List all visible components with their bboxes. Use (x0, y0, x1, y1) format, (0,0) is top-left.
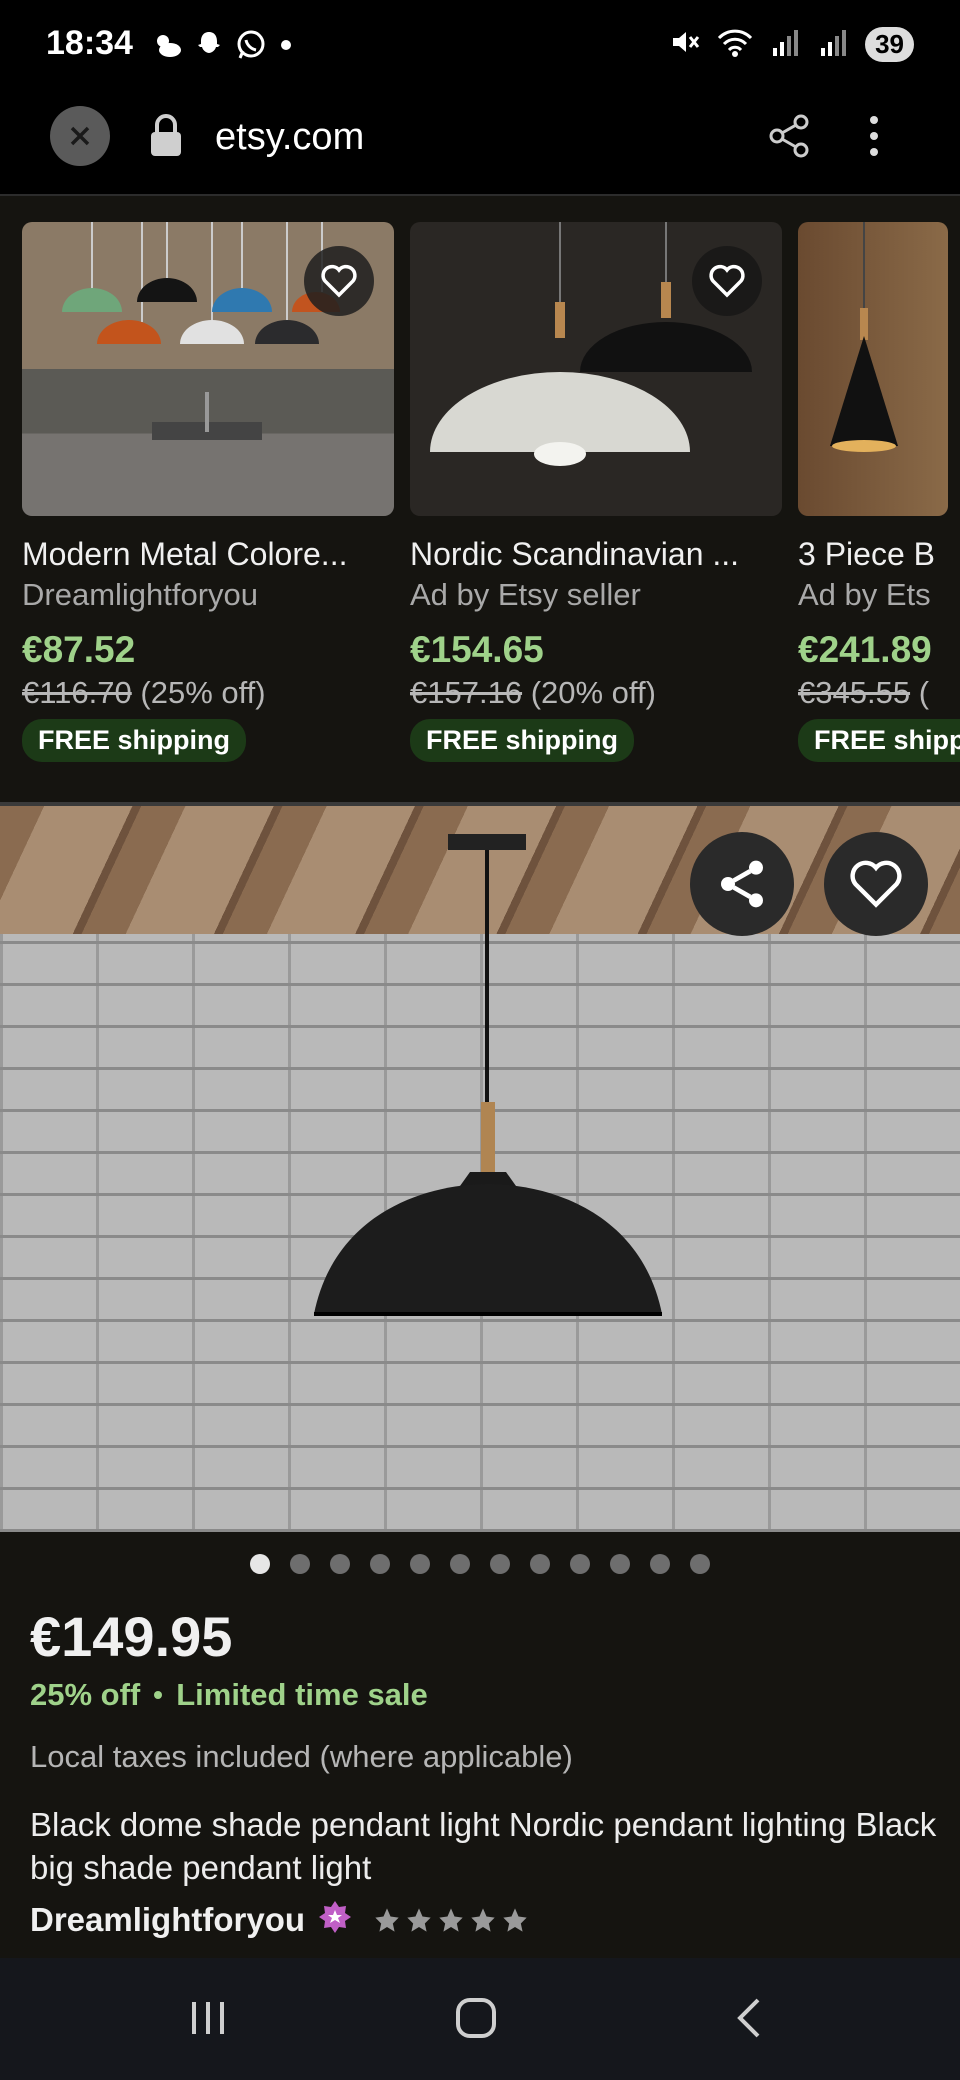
cone-pendant-image (830, 222, 898, 452)
listing-image[interactable] (22, 222, 394, 516)
strikethrough-price: €116.70 (22, 675, 132, 710)
product-price: €149.95 (30, 1605, 233, 1668)
heart-icon (850, 860, 902, 908)
product-info: €149.95 25% off Limited time sale Local … (30, 1604, 940, 1940)
listing-image[interactable] (798, 222, 948, 516)
status-time: 18:34 (46, 24, 133, 62)
pagination-dot[interactable] (290, 1554, 310, 1574)
status-bar: 18:34 39 (0, 0, 960, 90)
pagination-dot[interactable] (530, 1554, 550, 1574)
seller-name[interactable]: Dreamlightforyou (30, 1901, 305, 1939)
discount-label: ( (918, 675, 930, 710)
system-navigation-bar (0, 1958, 960, 2080)
discount-label: 25% off (30, 1677, 141, 1712)
signal-icon (769, 26, 803, 63)
listing-price: €241.89 (798, 629, 932, 670)
heart-icon (709, 264, 745, 298)
listing-shop: Ad by Ets (798, 577, 931, 612)
close-icon (70, 126, 90, 146)
heart-icon (321, 264, 357, 298)
recent-apps-button[interactable] (186, 1996, 230, 2045)
star-icon (471, 1907, 495, 1932)
listing-card[interactable]: Modern Metal Colore... Dreamlightforyou … (22, 222, 394, 762)
pagination-dot[interactable] (370, 1554, 390, 1574)
sale-label: Limited time sale (176, 1677, 428, 1712)
share-listing-button[interactable] (690, 832, 794, 936)
free-shipping-badge: FREE shipping (410, 719, 634, 762)
browser-toolbar: etsy.com (0, 90, 960, 196)
strikethrough-price: €345.55 (798, 675, 911, 710)
back-icon (737, 1998, 760, 2038)
mute-icon (669, 26, 701, 63)
listing-original-price: €116.70 (25% off) (22, 675, 394, 711)
url-text[interactable]: etsy.com (215, 116, 364, 159)
home-icon (456, 1998, 496, 2038)
pagination-dot[interactable] (330, 1554, 350, 1574)
more-options-button[interactable] (866, 112, 882, 165)
pagination-dot[interactable] (250, 1554, 270, 1574)
share-icon (769, 114, 809, 158)
whatsapp-icon (234, 28, 268, 67)
recent-apps-icon (192, 2002, 224, 2034)
favorite-button[interactable] (692, 246, 762, 316)
star-icon (503, 1907, 527, 1932)
listing-title[interactable]: Modern Metal Colore... (22, 536, 394, 573)
listing-shop: Ad by Etsy seller (410, 577, 641, 612)
free-shipping-badge: FREE shipping (22, 719, 246, 762)
discount-label: (20% off) (530, 675, 656, 710)
dot-icon (276, 28, 296, 67)
close-tab-button[interactable] (50, 106, 110, 166)
share-button[interactable] (765, 112, 813, 165)
star-icon (439, 1907, 463, 1932)
share-icon (721, 860, 763, 908)
strikethrough-price: €157.16 (410, 675, 523, 710)
listing-title[interactable]: Nordic Scandinavian ... (410, 536, 782, 573)
back-button[interactable] (728, 1996, 772, 2045)
snapchat-icon (192, 28, 226, 67)
more-vertical-icon (870, 116, 878, 156)
wifi-icon (715, 26, 755, 63)
home-button[interactable] (454, 1996, 498, 2045)
taxes-note: Local taxes included (where applicable) (30, 1739, 573, 1774)
pagination-dot[interactable] (570, 1554, 590, 1574)
battery-indicator: 39 (865, 27, 914, 62)
black-dome-pendant-image (314, 834, 662, 1316)
free-shipping-badge: FREE shipp (798, 719, 960, 762)
star-icon (375, 1907, 399, 1932)
listing-shop: Dreamlightforyou (22, 577, 259, 612)
favorite-listing-button[interactable] (824, 832, 928, 936)
image-pagination[interactable] (0, 1554, 960, 1574)
weather-icon (150, 28, 184, 67)
listing-price: €87.52 (22, 629, 136, 670)
listing-card[interactable]: Nordic Scandinavian ... Ad by Etsy selle… (410, 222, 782, 762)
seller-row[interactable]: Dreamlightforyou (30, 1899, 940, 1940)
rating-stars[interactable] (373, 1906, 529, 1934)
listing-original-price: €345.55 ( (798, 675, 960, 711)
listing-original-price: €157.16 (20% off) (410, 675, 782, 711)
pagination-dot[interactable] (610, 1554, 630, 1574)
favorite-button[interactable] (304, 246, 374, 316)
listing-image[interactable] (410, 222, 782, 516)
product-image-gallery[interactable] (0, 806, 960, 1532)
star-icon (407, 1907, 431, 1932)
pagination-dot[interactable] (490, 1554, 510, 1574)
pagination-dot[interactable] (650, 1554, 670, 1574)
pagination-dot[interactable] (410, 1554, 430, 1574)
recommended-listings[interactable]: Modern Metal Colore... Dreamlightforyou … (0, 196, 960, 806)
lock-icon[interactable] (148, 112, 184, 165)
signal-icon (817, 26, 851, 63)
system-icons: 39 (669, 26, 914, 63)
pagination-dot[interactable] (690, 1554, 710, 1574)
listing-card[interactable]: 3 Piece B Ad by Ets €241.89 €345.55 ( FR… (798, 222, 960, 762)
notification-icons (150, 28, 296, 67)
separator-dot (154, 1691, 163, 1699)
listing-title[interactable]: 3 Piece B (798, 536, 960, 573)
star-seller-badge-icon (317, 1899, 353, 1940)
pagination-dot[interactable] (450, 1554, 470, 1574)
listing-price: €154.65 (410, 629, 544, 670)
discount-label: (25% off) (140, 675, 266, 710)
sale-info: 25% off Limited time sale (30, 1677, 940, 1713)
product-title: Black dome shade pendant light Nordic pe… (30, 1806, 937, 1886)
